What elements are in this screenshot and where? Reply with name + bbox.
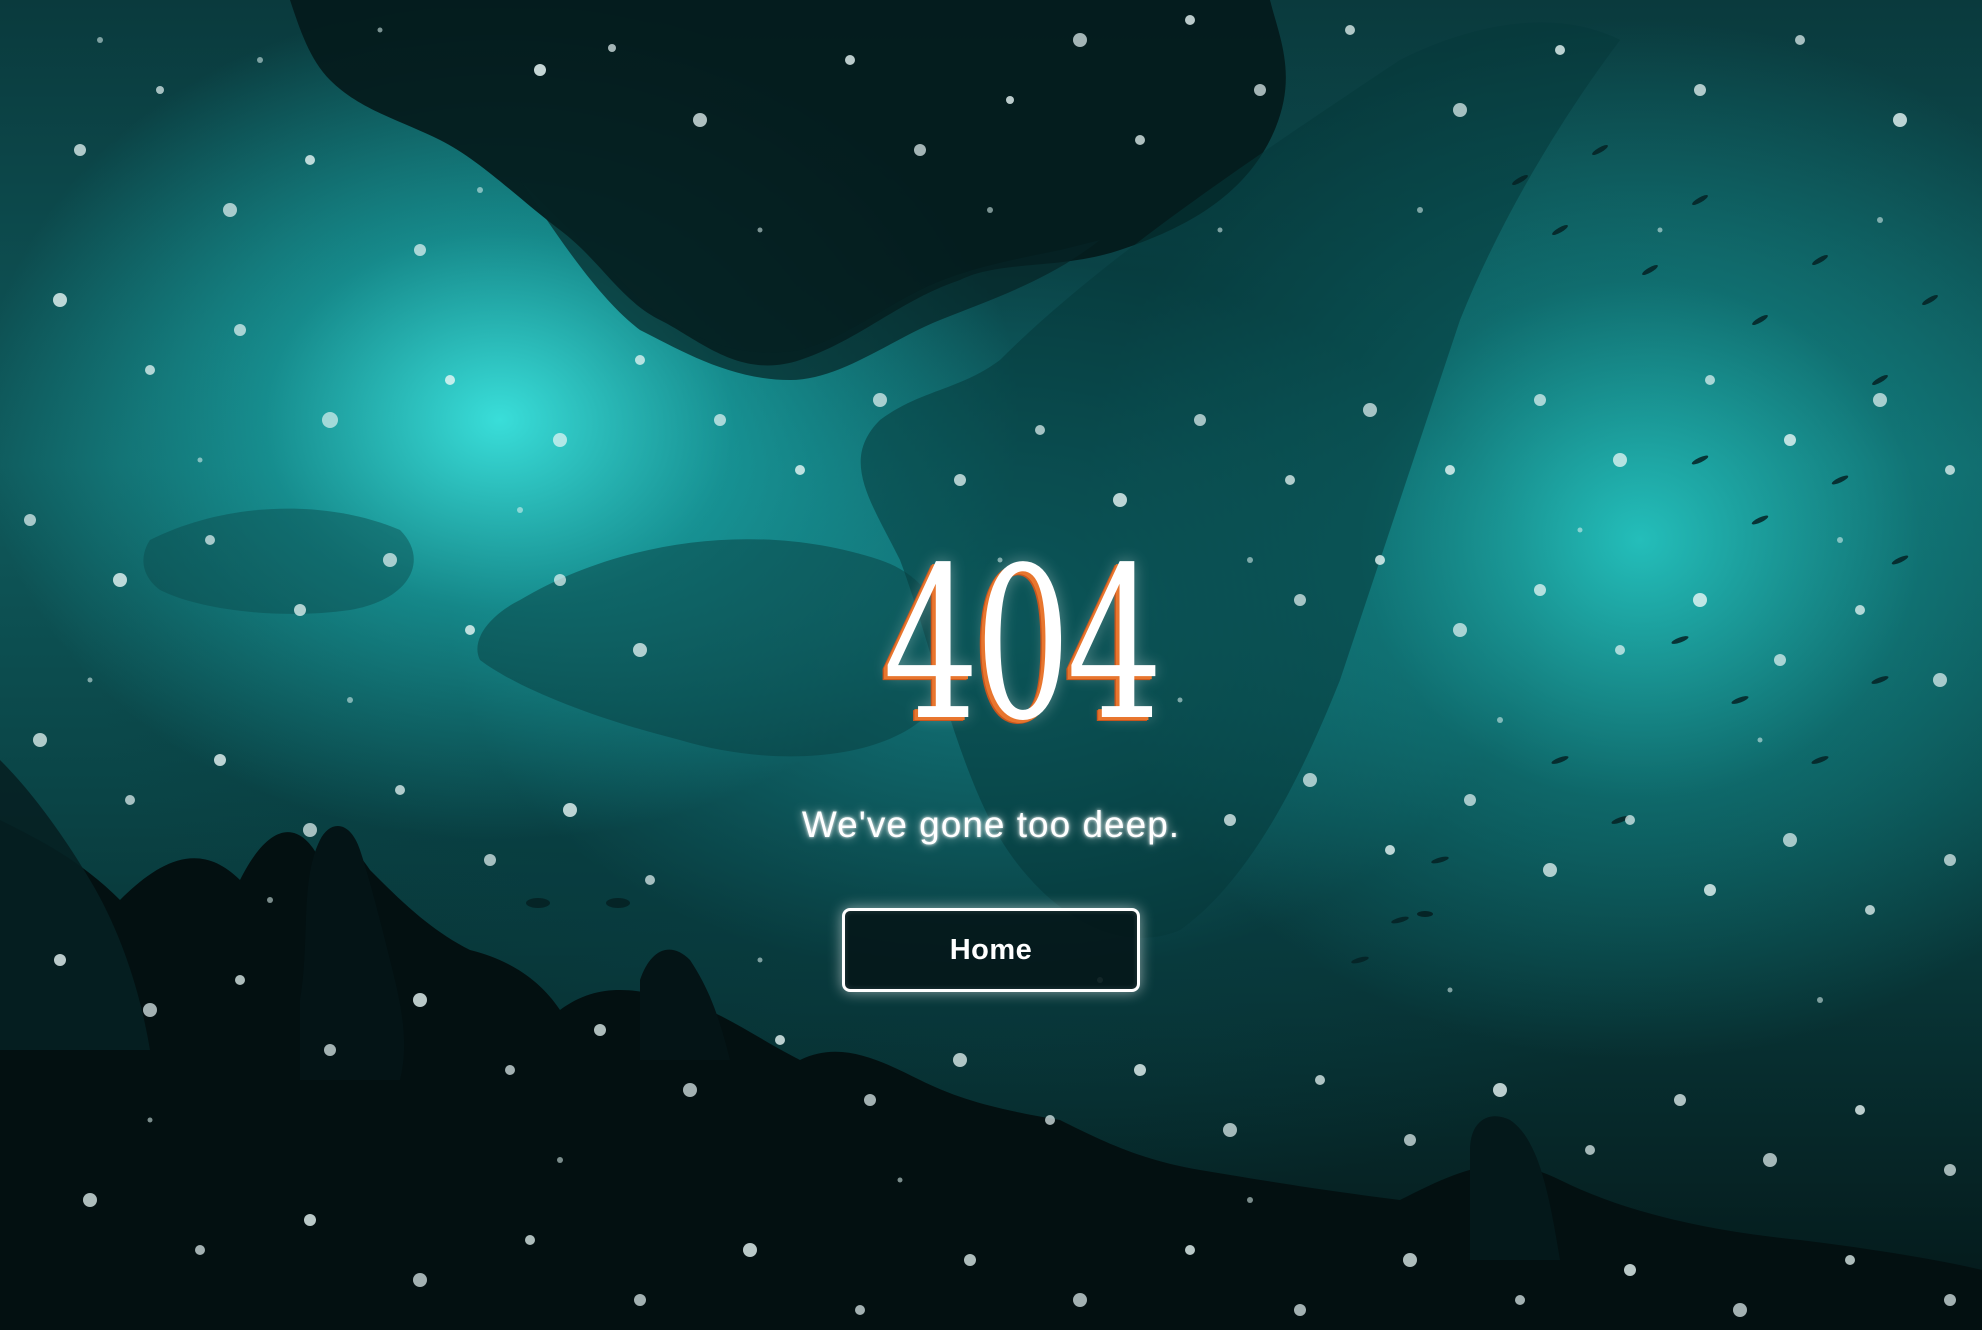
- error-content: 404 We've gone too deep. Home: [0, 0, 1982, 1330]
- error-message: We've gone too deep.: [801, 804, 1181, 845]
- page-background: 404 We've gone too deep. Home: [0, 0, 1982, 1330]
- error-code-heading: 404: [883, 522, 1163, 767]
- home-button[interactable]: Home: [842, 908, 1140, 992]
